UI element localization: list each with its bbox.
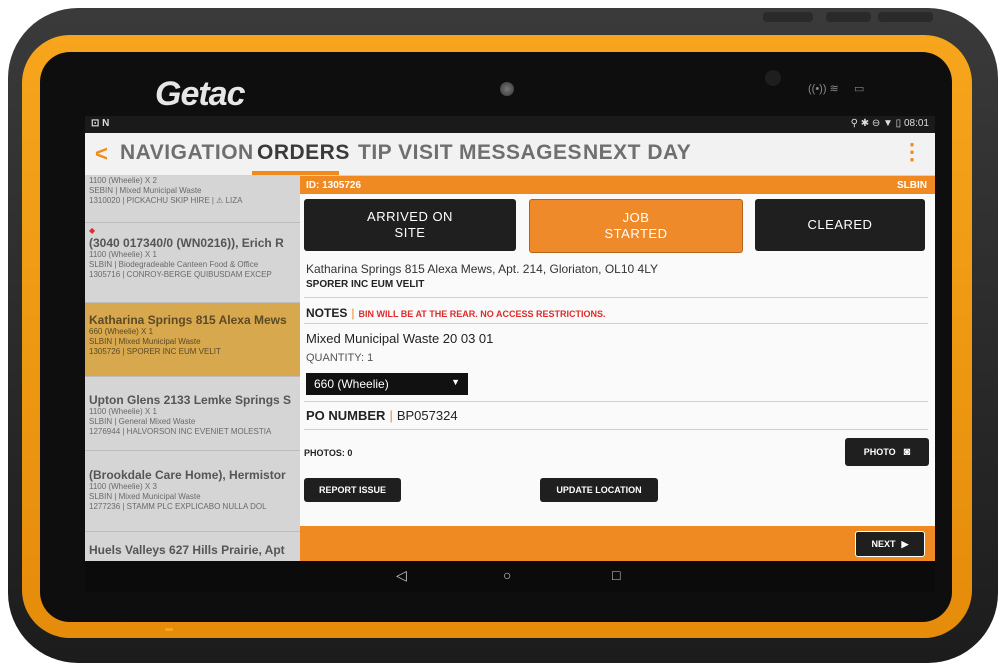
panel-footer: NEXT ▶ xyxy=(300,526,935,561)
list-item[interactable]: Huels Valleys 627 Hills Prairie, Apt xyxy=(85,541,300,561)
notes-text: BIN WILL BE AT THE REAR. NO ACCESS RESTR… xyxy=(358,309,606,319)
tab-bar: < NAVIGATION ORDERS TIP VISIT MESSAGES N… xyxy=(85,133,935,176)
tab-orders[interactable]: ORDERS xyxy=(257,141,350,165)
divider xyxy=(304,429,928,430)
list-item-title: Huels Valleys 627 Hills Prairie, Apt xyxy=(89,543,285,557)
list-item-waste: SLBIN | General Mixed Waste xyxy=(89,417,196,426)
back-triangle-icon[interactable]: ◁ xyxy=(396,567,407,584)
app-screen: ⊡ N ⚲ ✱ ⊖ ▼ ▯ 08:01 < NAVIGATION ORDERS … xyxy=(85,116,935,592)
waste-type: Mixed Municipal Waste 20 03 01 xyxy=(306,331,494,346)
list-item-waste: SLBIN | Mixed Municipal Waste xyxy=(89,492,201,501)
dropdown-arrow-icon: ▼ xyxy=(451,377,460,387)
site-address: Katharina Springs 815 Alexa Mews, Apt. 2… xyxy=(306,262,658,276)
list-item-bin: 1100 (Wheelie) X 1 xyxy=(89,407,157,416)
back-chevron-icon[interactable]: < xyxy=(95,141,108,167)
po-label: PO NUMBER xyxy=(306,408,386,423)
list-item-bin: 660 (Wheelie) X 1 xyxy=(89,327,154,336)
report-issue-button[interactable]: REPORT ISSUE xyxy=(304,478,401,502)
notes-label: NOTES xyxy=(306,306,348,320)
camera-icon xyxy=(500,82,514,96)
notes-row: NOTES | BIN WILL BE AT THE REAR. NO ACCESS… xyxy=(306,306,605,320)
list-item-waste: SLBIN | Biodegradeable Canteen Food & Of… xyxy=(89,260,259,269)
divider xyxy=(304,401,928,402)
next-button[interactable]: NEXT ▶ xyxy=(855,531,925,557)
list-item[interactable]: (Brookdale Care Home), Hermistor 1100 (W… xyxy=(85,451,300,526)
list-item-waste: SEBIN | Mixed Municipal Waste xyxy=(89,186,202,195)
bin-size-value: 660 (Wheelie) xyxy=(314,377,389,391)
tab-next-day[interactable]: NEXT DAY xyxy=(583,141,691,165)
po-number-row: PO NUMBER | BP057324 xyxy=(306,408,458,423)
speaker-icon xyxy=(165,628,173,631)
list-item-bin: 1100 (Wheelie) X 2 xyxy=(89,176,157,185)
list-item-title: (Brookdale Care Home), Hermistor xyxy=(89,468,286,482)
order-detail-panel: ID: 1305726 SLBIN ARRIVED ON SITE JOB ST… xyxy=(300,176,935,561)
brand-logo: Getac xyxy=(155,75,245,113)
camera-icon: ◙ xyxy=(903,446,911,458)
photo-button[interactable]: PHOTO ◙ xyxy=(845,438,929,466)
arrived-on-site-button[interactable]: ARRIVED ON SITE xyxy=(304,199,516,251)
bin-type: SLBIN xyxy=(897,180,927,191)
order-id: ID: 1305726 xyxy=(306,180,362,191)
list-item-bin: 1100 (Wheelie) X 1 xyxy=(89,250,157,259)
sensor-icon xyxy=(765,70,781,86)
divider xyxy=(85,222,300,223)
list-item-selected[interactable]: Katharina Springs 815 Alexa Mews 660 (Wh… xyxy=(85,303,300,376)
home-circle-icon[interactable]: ○ xyxy=(503,567,511,583)
list-item-customer: 1305726 | SPORER INC EUM VELIT xyxy=(89,347,221,356)
list-item-customer: 1305716 | CONROY-BERGE QUIBUSDAM EXCEP xyxy=(89,270,272,279)
system-status: ⚲ ✱ ⊖ ▼ ▯ 08:01 xyxy=(850,118,929,129)
po-value: BP057324 xyxy=(396,408,458,423)
photo-button-label: PHOTO xyxy=(863,447,896,457)
quantity-label: QUANTITY: 1 xyxy=(306,352,374,364)
customer-name: SPORER INC EUM VELIT xyxy=(306,279,425,290)
bin-size-select[interactable]: 660 (Wheelie) ▼ xyxy=(306,373,468,395)
android-nav-bar: ◁ ○ □ xyxy=(85,561,935,592)
divider xyxy=(304,297,928,298)
divider xyxy=(85,531,300,532)
recents-square-icon[interactable]: □ xyxy=(612,567,620,583)
separator: | xyxy=(389,408,393,423)
photos-count: PHOTOS: 0 xyxy=(304,448,353,458)
overflow-menu-icon[interactable]: ⋮ xyxy=(901,139,923,165)
tab-tip-visit[interactable]: TIP VISIT xyxy=(358,141,453,165)
status-bar: ⊡ N ⚲ ✱ ⊖ ▼ ▯ 08:01 xyxy=(85,116,935,133)
separator: | xyxy=(351,306,355,320)
orders-list: 1100 (Wheelie) X 2 SEBIN | Mixed Municip… xyxy=(85,176,300,561)
next-button-label: NEXT xyxy=(871,539,896,549)
alert-marker-icon: ◆ xyxy=(89,226,96,235)
job-started-button[interactable]: JOB STARTED xyxy=(529,199,743,253)
hardware-button[interactable] xyxy=(763,12,813,22)
list-item-title: Upton Glens 2133 Lemke Springs S xyxy=(89,393,292,407)
order-header: ID: 1305726 SLBIN xyxy=(300,176,935,194)
list-item[interactable]: ◆ (3040 017340/0 (WN0216)), Erich R 1100… xyxy=(85,226,300,302)
list-item-waste: SLBIN | Mixed Municipal Waste xyxy=(89,337,201,346)
list-item[interactable]: 1100 (Wheelie) X 2 SEBIN | Mixed Municip… xyxy=(85,176,300,220)
list-item[interactable]: Upton Glens 2133 Lemke Springs S 1100 (W… xyxy=(85,377,300,449)
hardware-button[interactable] xyxy=(878,12,933,22)
hardware-button[interactable] xyxy=(826,12,871,22)
active-tab-indicator xyxy=(252,171,339,175)
list-item-title: Katharina Springs 815 Alexa Mews xyxy=(89,313,287,327)
list-item-customer: 1277236 | STAMM PLC EXPLICABO NULLA DOL xyxy=(89,502,267,511)
list-item-bin: 1100 (Wheelie) X 3 xyxy=(89,482,157,491)
list-item-title: (3040 017340/0 (WN0216)), Erich R xyxy=(89,236,284,250)
notification-icons: ⊡ N xyxy=(91,118,110,129)
list-item-customer: 1276944 | HALVORSON INC EVENIET MOLESTIA xyxy=(89,427,272,436)
tab-messages[interactable]: MESSAGES xyxy=(459,141,582,165)
cleared-button[interactable]: CLEARED xyxy=(755,199,925,251)
tab-navigation[interactable]: NAVIGATION xyxy=(120,141,254,165)
play-arrow-icon: ▶ xyxy=(901,538,909,549)
wireless-indicator-icon: ((•)) ≋ ▭ xyxy=(808,83,865,95)
update-location-button[interactable]: UPDATE LOCATION xyxy=(540,478,658,502)
list-item-customer: 1310020 | PICKACHU SKIP HIRE | ⚠ LIZA xyxy=(89,196,243,205)
divider xyxy=(304,323,928,324)
